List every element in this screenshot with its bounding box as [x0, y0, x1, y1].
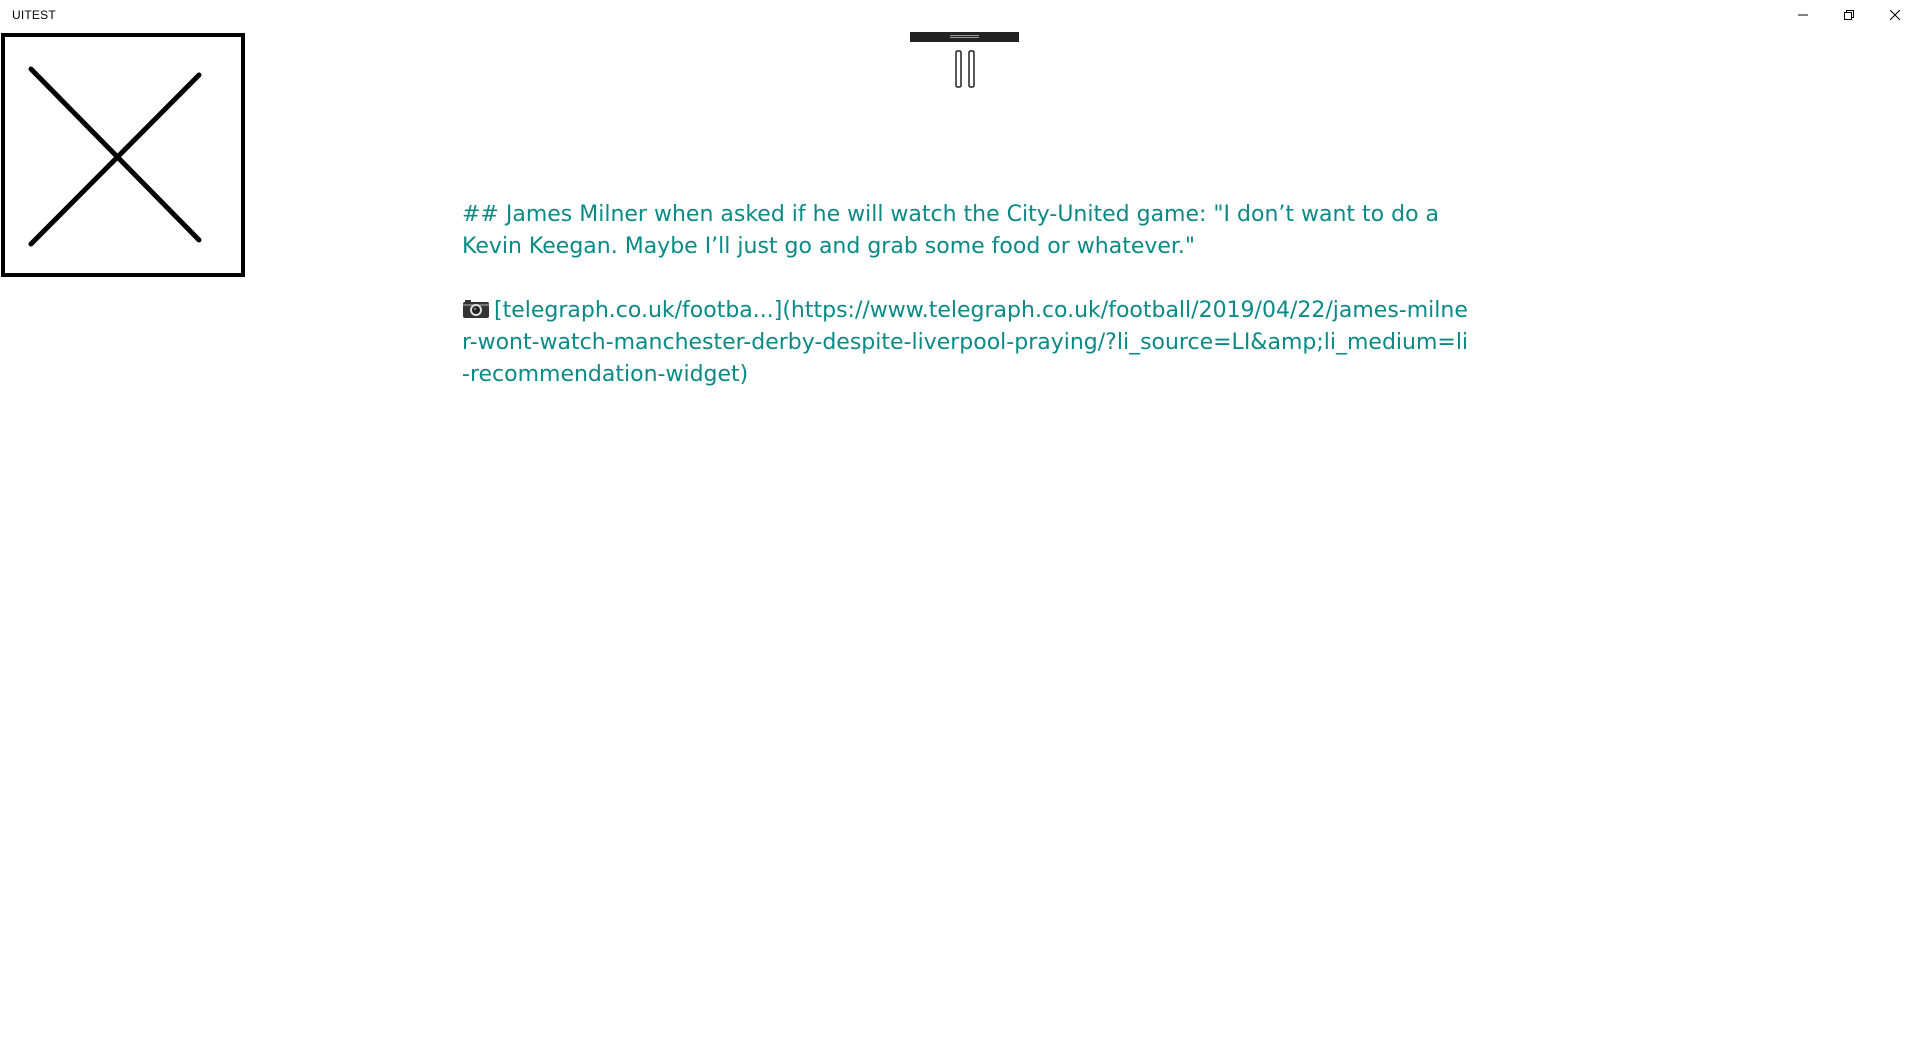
post-headline: ## James Milner when asked if he will wa…: [462, 202, 1447, 259]
close-button[interactable]: [1872, 0, 1918, 30]
post-source-line: [telegraph.co.uk/footba...](https://www.…: [462, 295, 1472, 391]
minimize-icon: [1798, 14, 1808, 16]
image-placeholder[interactable]: [1, 33, 245, 277]
drag-handle-icon[interactable]: [910, 32, 1019, 42]
drag-grip: [950, 35, 979, 36]
title-bar[interactable]: UITEST: [0, 0, 1918, 30]
pause-icon[interactable]: [953, 50, 977, 88]
broken-image-x-icon: [28, 66, 202, 247]
post-source-link[interactable]: [telegraph.co.uk/footba...](https://www.…: [462, 298, 1468, 387]
camera-icon: [463, 300, 489, 318]
restore-button[interactable]: [1826, 0, 1872, 30]
window-controls: [1780, 0, 1918, 30]
window-title: UITEST: [12, 8, 56, 22]
minimize-button[interactable]: [1780, 0, 1826, 30]
restore-icon: [1844, 10, 1854, 20]
close-icon: [1890, 10, 1900, 20]
